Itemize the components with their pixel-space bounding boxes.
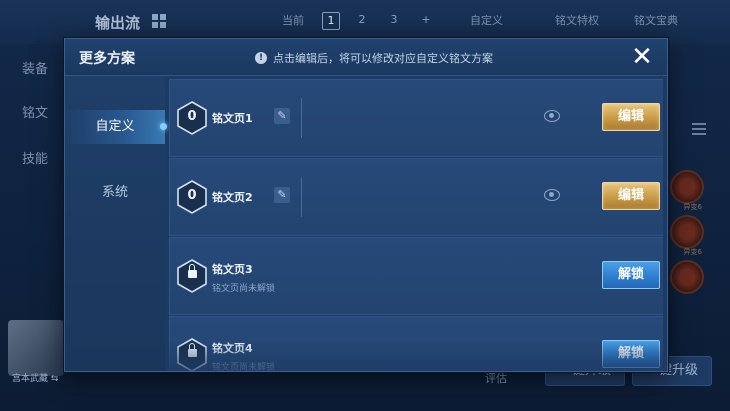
- rune-page-name: 铭文页2: [212, 191, 253, 204]
- hint-text: ! 点击编辑后，将可以修改对应自定义铭文方案: [255, 50, 493, 66]
- locked-status: 铭文页尚未解锁: [212, 363, 276, 371]
- hexagon-level-icon: 0: [176, 180, 208, 214]
- list-item[interactable]: 0 铭文页2 ✎ 编辑: [169, 158, 663, 236]
- hint-label: 点击编辑后，将可以修改对应自定义铭文方案: [273, 52, 493, 65]
- hero-avatar[interactable]: [8, 320, 64, 376]
- unlock-button[interactable]: 解锁: [602, 261, 660, 289]
- tab-custom[interactable]: 自定义: [65, 110, 167, 144]
- tab-list: 自定义 系统: [65, 76, 167, 371]
- swap-icon[interactable]: ⇆: [51, 374, 59, 384]
- lock-icon: [188, 343, 197, 357]
- rune-page-name: 铭文页1: [212, 112, 253, 125]
- rune-privilege-link[interactable]: 铭文特权: [555, 12, 599, 28]
- side-item-skill[interactable]: 技能: [22, 148, 48, 167]
- rune-label: 异变6: [683, 248, 702, 256]
- background-title: 输出流: [95, 14, 141, 32]
- locked-status: 铭文页尚未解锁: [212, 284, 276, 294]
- page-tab-2[interactable]: 2: [354, 12, 370, 28]
- custom-link[interactable]: 自定义: [470, 12, 503, 28]
- active-tab-indicator: [160, 123, 167, 130]
- dialog-header: 更多方案 ! 点击编辑后，将可以修改对应自定义铭文方案 ✕: [65, 39, 667, 76]
- list-item[interactable]: 铭文页3 铭文页尚未解锁 解锁: [169, 237, 663, 315]
- more-plans-dialog: 更多方案 ! 点击编辑后，将可以修改对应自定义铭文方案 ✕ 自定义 系统 0 铭…: [64, 38, 668, 372]
- close-icon[interactable]: ✕: [627, 42, 657, 72]
- divider: [301, 177, 302, 217]
- side-item-equipment[interactable]: 装备: [22, 58, 48, 77]
- list-item[interactable]: 铭文页4 铭文页尚未解锁 解锁: [169, 316, 663, 371]
- rune-icon[interactable]: [670, 260, 704, 294]
- rune-label: 异变6: [683, 203, 702, 211]
- page-tab-3[interactable]: 3: [386, 12, 402, 28]
- dialog-title: 更多方案: [79, 51, 135, 67]
- side-item-rune[interactable]: 铭文: [22, 102, 48, 121]
- hexagon-lock-icon: [176, 338, 208, 371]
- unlock-button[interactable]: 解锁: [602, 340, 660, 368]
- current-label: 当前: [282, 14, 304, 27]
- hexagon-level-icon: 0: [176, 101, 208, 135]
- rune-page-name: 铭文页4: [212, 342, 253, 355]
- rune-page-list[interactable]: 0 铭文页1 ✎ 编辑 0 铭文页2 ✎ 编辑 铭文页3 铭文页尚未解锁 解锁 …: [169, 79, 663, 371]
- pencil-icon[interactable]: ✎: [274, 108, 290, 124]
- edit-button[interactable]: 编辑: [602, 103, 660, 131]
- add-page-button[interactable]: +: [418, 12, 434, 28]
- grid-icon[interactable]: [152, 14, 166, 28]
- edit-button[interactable]: 编辑: [602, 182, 660, 210]
- list-item[interactable]: 0 铭文页1 ✎ 编辑: [169, 79, 663, 157]
- menu-icon[interactable]: [692, 120, 706, 138]
- divider: [301, 98, 302, 138]
- rune-icon[interactable]: [670, 170, 704, 204]
- rune-page-name: 铭文页3: [212, 263, 253, 276]
- rune-treasure-link[interactable]: 铭文宝典: [634, 12, 678, 28]
- lock-icon: [188, 264, 197, 278]
- hexagon-lock-icon: [176, 259, 208, 293]
- pencil-icon[interactable]: ✎: [274, 187, 290, 203]
- page-tab-1[interactable]: 1: [322, 12, 340, 30]
- evaluate-label: 评估: [485, 372, 507, 385]
- rune-icon[interactable]: [670, 215, 704, 249]
- hero-name: 宫本武藏 ⇆: [12, 374, 59, 384]
- eye-icon[interactable]: [544, 189, 560, 201]
- info-icon: !: [255, 52, 267, 64]
- tab-system[interactable]: 系统: [65, 176, 165, 210]
- eye-icon[interactable]: [544, 110, 560, 122]
